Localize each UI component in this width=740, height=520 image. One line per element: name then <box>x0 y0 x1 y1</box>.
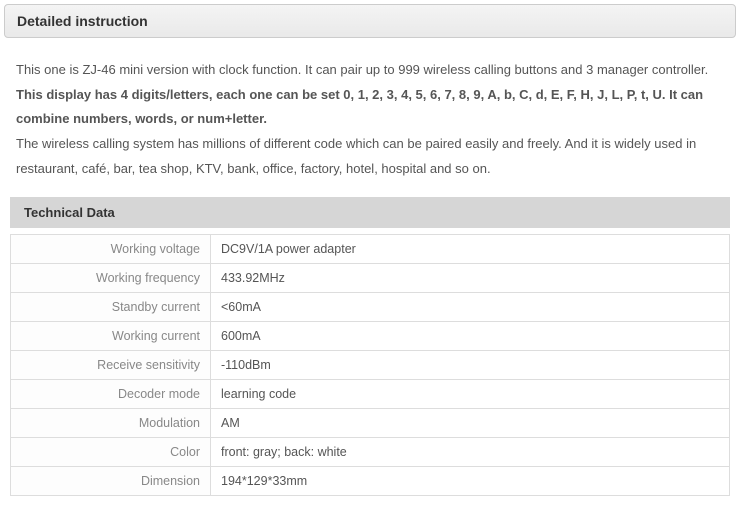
table-row: Working current 600mA <box>11 322 730 351</box>
table-row: Receive sensitivity -110dBm <box>11 351 730 380</box>
spec-label: Decoder mode <box>11 380 211 409</box>
table-row: Working frequency 433.92MHz <box>11 264 730 293</box>
spec-value: 433.92MHz <box>211 264 730 293</box>
spec-value: 194*129*33mm <box>211 467 730 496</box>
technical-data-table: Working voltage DC9V/1A power adapter Wo… <box>10 234 730 496</box>
spec-label: Standby current <box>11 293 211 322</box>
spec-label: Working frequency <box>11 264 211 293</box>
spec-label: Dimension <box>11 467 211 496</box>
description-line-1: This one is ZJ-46 mini version with cloc… <box>16 58 724 83</box>
spec-label: Modulation <box>11 409 211 438</box>
section-header-main: Detailed instruction <box>4 4 736 38</box>
table-row: Dimension 194*129*33mm <box>11 467 730 496</box>
spec-value: learning code <box>211 380 730 409</box>
spec-label: Working voltage <box>11 235 211 264</box>
spec-value: -110dBm <box>211 351 730 380</box>
table-row: Modulation AM <box>11 409 730 438</box>
spec-value: <60mA <box>211 293 730 322</box>
description-line-2: This display has 4 digits/letters, each … <box>16 83 724 132</box>
table-row: Color front: gray; back: white <box>11 438 730 467</box>
spec-value: 600mA <box>211 322 730 351</box>
page-title: Detailed instruction <box>17 13 723 29</box>
spec-value: AM <box>211 409 730 438</box>
spec-label: Color <box>11 438 211 467</box>
table-row: Standby current <60mA <box>11 293 730 322</box>
spec-value: DC9V/1A power adapter <box>211 235 730 264</box>
technical-data-header: Technical Data <box>10 197 730 228</box>
description-block: This one is ZJ-46 mini version with cloc… <box>0 38 740 191</box>
spec-label: Receive sensitivity <box>11 351 211 380</box>
description-bold: This display has 4 digits/letters, each … <box>16 87 703 127</box>
spec-label: Working current <box>11 322 211 351</box>
table-row: Working voltage DC9V/1A power adapter <box>11 235 730 264</box>
spec-value: front: gray; back: white <box>211 438 730 467</box>
table-row: Decoder mode learning code <box>11 380 730 409</box>
description-line-3: The wireless calling system has millions… <box>16 132 724 181</box>
